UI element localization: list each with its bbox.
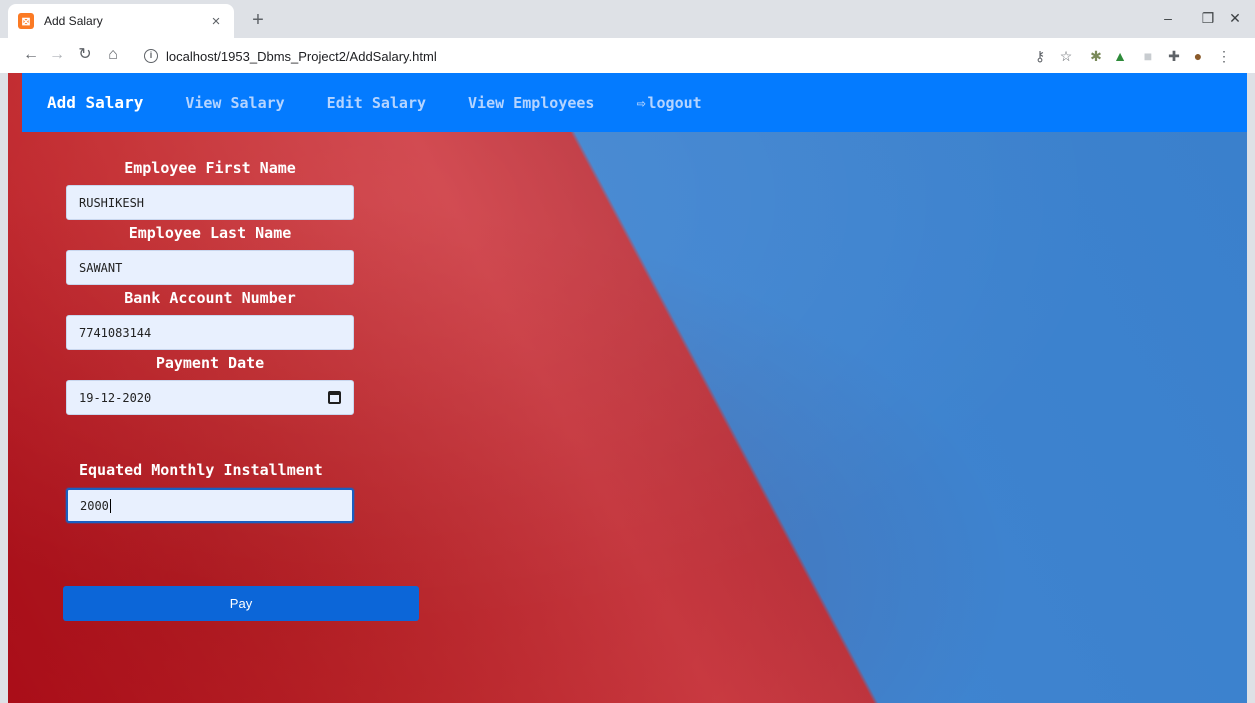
close-window-button[interactable]: ✕ [1215, 6, 1255, 30]
url-text: localhost/1953_Dbms_Project2/AddSalary.h… [166, 48, 437, 64]
forward-arrow-icon[interactable]: → [46, 44, 68, 66]
info-icon[interactable]: i [144, 49, 158, 63]
key-icon[interactable]: ⚷ [1030, 46, 1050, 66]
profile-avatar-icon[interactable]: ● [1188, 46, 1208, 66]
top-navbar: Add Salary View Salary Edit Salary View … [22, 73, 1247, 132]
xampp-favicon-icon: ⊠ [18, 13, 34, 29]
emi-label: Equated Monthly Installment [79, 461, 323, 479]
last-name-value: SAWANT [79, 260, 123, 275]
minimize-button[interactable]: – [1148, 6, 1188, 30]
first-name-value: RUSHIKESH [79, 195, 145, 210]
text-cursor [109, 498, 111, 513]
menu-kebab-icon[interactable]: ⋮ [1214, 46, 1234, 66]
first-name-label: Employee First Name [124, 159, 296, 177]
browser-tab[interactable]: ⊠ Add Salary × [8, 4, 234, 38]
back-arrow-icon[interactable]: ← [20, 44, 42, 66]
pay-button[interactable]: Pay [63, 586, 419, 621]
payment-date-value: 19-12-2020 [79, 390, 152, 405]
payment-date-label: Payment Date [155, 354, 265, 372]
bank-account-value: 7741083144 [79, 325, 152, 340]
tab-close-icon[interactable]: × [208, 13, 224, 30]
logout-icon: ⇨ [636, 93, 646, 112]
page-content: Add Salary View Salary Edit Salary View … [8, 73, 1247, 703]
last-name-input[interactable]: SAWANT [66, 250, 354, 285]
calendar-icon[interactable] [328, 391, 341, 404]
extension-tree-icon[interactable]: ▲ [1110, 46, 1130, 66]
extension-square-icon[interactable]: ■ [1138, 46, 1158, 66]
emi-input[interactable]: 2000 [66, 488, 354, 523]
bank-account-input[interactable]: 7741083144 [66, 315, 354, 350]
bank-account-label: Bank Account Number [124, 289, 296, 307]
extensions-puzzle-icon[interactable]: ✚ [1164, 46, 1184, 66]
extension-bug-icon[interactable]: ✱ [1086, 46, 1106, 66]
nav-logout[interactable]: ⇨ logout [636, 94, 701, 112]
last-name-label: Employee Last Name [128, 224, 292, 242]
first-name-input[interactable]: RUSHIKESH [66, 185, 354, 220]
add-salary-form: Employee First Name RUSHIKESH Employee L… [66, 159, 366, 523]
address-bar[interactable]: i localhost/1953_Dbms_Project2/AddSalary… [134, 42, 1004, 70]
nav-add-salary[interactable]: Add Salary [47, 93, 143, 112]
reload-icon[interactable]: ↻ [74, 44, 96, 66]
browser-toolbar: ← → ↻ ⌂ i localhost/1953_Dbms_Project2/A… [0, 38, 1255, 73]
browser-tab-strip: ⊠ Add Salary × + – ❐ ✕ [0, 0, 1255, 38]
nav-edit-salary[interactable]: Edit Salary [327, 94, 426, 112]
emi-value: 2000 [80, 498, 109, 513]
nav-view-salary[interactable]: View Salary [185, 94, 284, 112]
payment-date-input[interactable]: 19-12-2020 [66, 380, 354, 415]
bookmark-star-icon[interactable]: ☆ [1056, 46, 1076, 66]
nav-view-employees[interactable]: View Employees [468, 94, 594, 112]
logout-label: logout [647, 93, 702, 112]
tab-title: Add Salary [44, 14, 103, 28]
new-tab-button[interactable]: + [246, 8, 270, 32]
home-icon[interactable]: ⌂ [102, 44, 124, 66]
